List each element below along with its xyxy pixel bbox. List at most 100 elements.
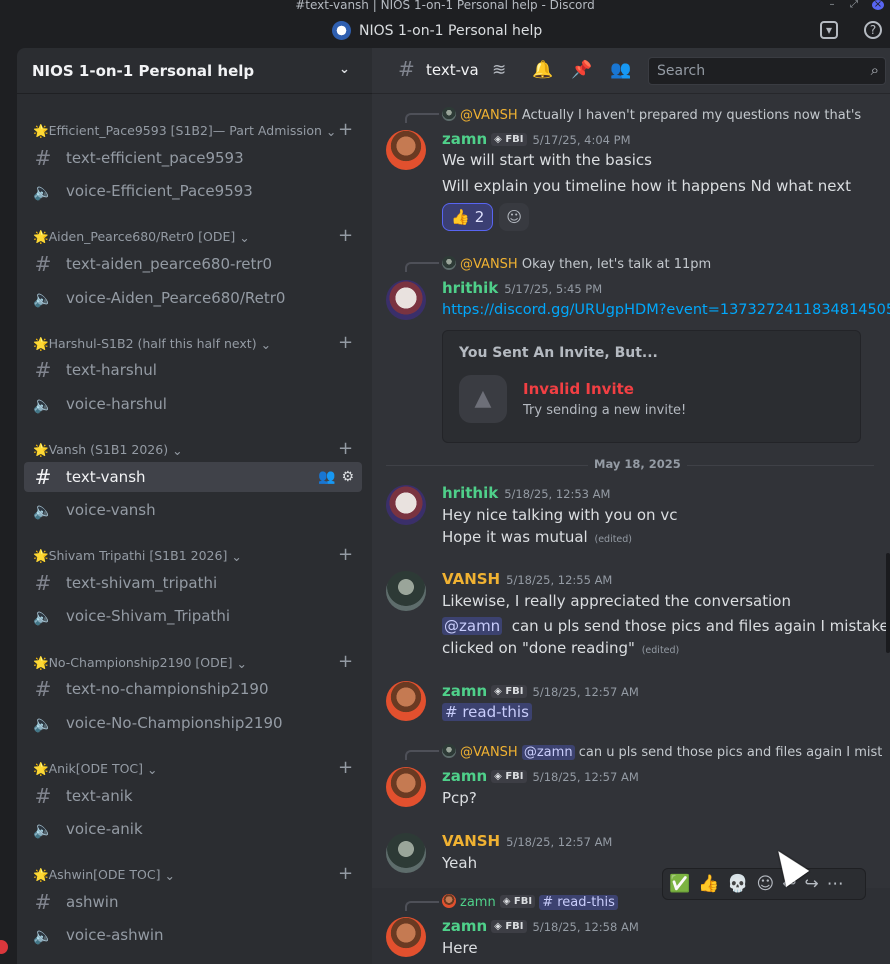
- username[interactable]: zamn: [442, 917, 487, 935]
- reactions: 👍 2 ☺: [442, 203, 530, 231]
- close-icon[interactable]: ×: [872, 0, 884, 10]
- user-mention[interactable]: @zamn: [442, 617, 503, 635]
- category-vansh[interactable]: 🌟Vansh (S1B1 2026) ⌄ +: [33, 438, 363, 459]
- message-text: Will explain you timeline how it happens…: [442, 177, 851, 195]
- threads-icon[interactable]: ≋: [492, 60, 506, 80]
- category-ashwin[interactable]: 🌟Ashwin[ODE TOC] ⌄ +: [33, 863, 363, 884]
- avatar[interactable]: [386, 571, 426, 611]
- channel-text-anik[interactable]: # text-anik: [24, 781, 362, 811]
- avatar[interactable]: [386, 917, 426, 957]
- category-anik[interactable]: 🌟Anik[ODE TOC] ⌄ +: [33, 757, 363, 778]
- channel-voice-ashwin[interactable]: 🔈 voice-ashwin: [24, 920, 362, 950]
- add-channel-icon[interactable]: +: [338, 119, 353, 140]
- gear-icon[interactable]: ⚙: [341, 469, 354, 485]
- thumbs-up-reaction-icon[interactable]: 👍: [698, 874, 719, 894]
- add-channel-icon[interactable]: +: [338, 438, 353, 459]
- pin-icon[interactable]: 📌: [571, 60, 592, 80]
- channel-link[interactable]: # read-this: [539, 895, 618, 910]
- speaker-icon: 🔈: [33, 288, 53, 308]
- minimize-icon[interactable]: –: [826, 0, 838, 10]
- username[interactable]: zamn: [442, 130, 487, 148]
- avatar[interactable]: [386, 280, 426, 320]
- username[interactable]: zamn: [442, 682, 487, 700]
- forward-icon[interactable]: ↪: [805, 874, 819, 894]
- channel-voice-nochampionship[interactable]: 🔈 voice-No-Championship2190: [24, 708, 362, 738]
- hash-icon: #: [34, 784, 52, 808]
- channel-text-shivam[interactable]: # text-shivam_tripathi: [24, 568, 362, 598]
- username[interactable]: VANSH: [442, 832, 500, 850]
- channel-text-ashwin[interactable]: # ashwin: [24, 887, 362, 917]
- reply-preview[interactable]: @VANSH Okay then, let's talk at 11pm: [442, 256, 862, 272]
- add-channel-icon[interactable]: +: [338, 544, 353, 565]
- avatar[interactable]: [386, 767, 426, 807]
- hash-icon: #: [34, 571, 52, 595]
- channel-voice-shivam[interactable]: 🔈 voice-Shivam_Tripathi: [24, 601, 362, 631]
- server-topbar-label: NIOS 1-on-1 Personal help: [359, 22, 543, 39]
- channel-voice-vansh[interactable]: 🔈 voice-vansh: [24, 495, 362, 525]
- add-member-icon[interactable]: 👥: [318, 469, 335, 485]
- username[interactable]: VANSH: [442, 570, 500, 588]
- avatar[interactable]: [386, 833, 426, 873]
- add-channel-icon[interactable]: +: [338, 757, 353, 778]
- add-channel-icon[interactable]: +: [338, 863, 353, 884]
- server-header[interactable]: NIOS 1-on-1 Personal help ⌄: [17, 48, 372, 94]
- avatar[interactable]: [386, 485, 426, 525]
- help-icon[interactable]: ?: [864, 21, 882, 39]
- chevron-down-icon[interactable]: ⌄: [339, 62, 350, 77]
- inbox-icon[interactable]: ▾: [820, 21, 838, 39]
- category-harshul[interactable]: 🌟Harshul-S1B2 (half this half next) ⌄ +: [33, 332, 363, 353]
- hash-icon: #: [34, 890, 52, 914]
- server-name: NIOS 1-on-1 Personal help: [32, 61, 255, 80]
- members-icon[interactable]: 👥: [610, 60, 631, 80]
- skull-reaction-icon[interactable]: 💀: [727, 874, 748, 894]
- username[interactable]: zamn: [442, 767, 487, 785]
- reply-spine: [405, 901, 439, 911]
- add-channel-icon[interactable]: +: [338, 225, 353, 246]
- reply-text: Okay then, let's talk at 11pm: [521, 257, 712, 272]
- category-efficient-pace[interactable]: 🌟Efficient_Pace9593 [S1B2]— Part Admissi…: [33, 119, 363, 140]
- bell-icon[interactable]: 🔔: [532, 60, 553, 80]
- avatar[interactable]: [386, 681, 426, 721]
- message-text: Pcp?: [442, 789, 477, 807]
- channel-link[interactable]: # read-this: [442, 703, 532, 721]
- channel-voice-efficient[interactable]: 🔈 voice-Efficient_Pace9593: [24, 176, 362, 206]
- channel-text-vansh[interactable]: # text-vansh 👥 ⚙: [24, 462, 362, 492]
- category-shivam[interactable]: 🌟Shivam Tripathi [S1B1 2026] ⌄ +: [33, 544, 363, 565]
- scrollbar[interactable]: [886, 553, 890, 653]
- channel-label: ashwin: [66, 893, 119, 911]
- username[interactable]: hrithik: [442, 279, 498, 297]
- channel-text-efficient[interactable]: # text-efficient_pace9593: [24, 143, 362, 173]
- category-nochampionship[interactable]: 🌟No-Championship2190 [ODE] ⌄ +: [33, 651, 363, 672]
- chevron-down-icon: ⌄: [231, 548, 242, 564]
- message-text: Likewise, I really appreciated the conve…: [442, 592, 791, 610]
- invite-link[interactable]: https://discord.gg/URUgpHDM?event=137327…: [442, 302, 890, 318]
- user-mention[interactable]: @zamn: [521, 745, 575, 760]
- role-tag-label: FBI: [505, 686, 524, 697]
- chevron-down-icon: ⌄: [260, 336, 272, 352]
- role-tag-label: FBI: [513, 896, 533, 907]
- username[interactable]: hrithik: [442, 484, 498, 502]
- reaction-thumbsup[interactable]: 👍 2: [442, 203, 494, 231]
- add-channel-icon[interactable]: +: [338, 651, 353, 672]
- more-options-icon[interactable]: ⋯: [827, 874, 844, 894]
- add-channel-icon[interactable]: +: [338, 332, 353, 353]
- role-tag: ◈ FBI: [491, 920, 527, 933]
- reply-preview[interactable]: @VANSH @zamn can u pls send those pics a…: [442, 744, 882, 760]
- add-reaction-icon[interactable]: ☺: [757, 874, 775, 894]
- maximize-icon[interactable]: ⤢: [848, 0, 860, 10]
- add-reaction-icon[interactable]: ☺: [499, 203, 530, 231]
- category-aiden[interactable]: 🌟Aiden_Pearce680/Retr0 [ODE] ⌄ +: [33, 225, 363, 246]
- check-reaction-icon[interactable]: ✅: [669, 874, 690, 894]
- channel-text-harshul[interactable]: # text-harshul: [24, 355, 362, 385]
- channel-text-aiden[interactable]: # text-aiden_pearce680-retr0: [24, 249, 362, 279]
- reply-preview[interactable]: @VANSH Actually I haven't prepared my qu…: [442, 107, 862, 123]
- channel-voice-aiden[interactable]: 🔈 voice-Aiden_Pearce680/Retr0: [24, 283, 362, 313]
- avatar[interactable]: [386, 130, 426, 170]
- invite-subtext: Try sending a new invite!: [523, 403, 687, 418]
- message-text: Here: [442, 939, 478, 957]
- channel-voice-harshul[interactable]: 🔈 voice-harshul: [24, 389, 362, 419]
- channel-voice-anik[interactable]: 🔈 voice-anik: [24, 814, 362, 844]
- message-text: Hope it was mutual (edited): [442, 528, 632, 546]
- channel-text-nochampionship[interactable]: # text-no-championship2190: [24, 674, 362, 704]
- search-input[interactable]: Search ⌕: [648, 57, 886, 85]
